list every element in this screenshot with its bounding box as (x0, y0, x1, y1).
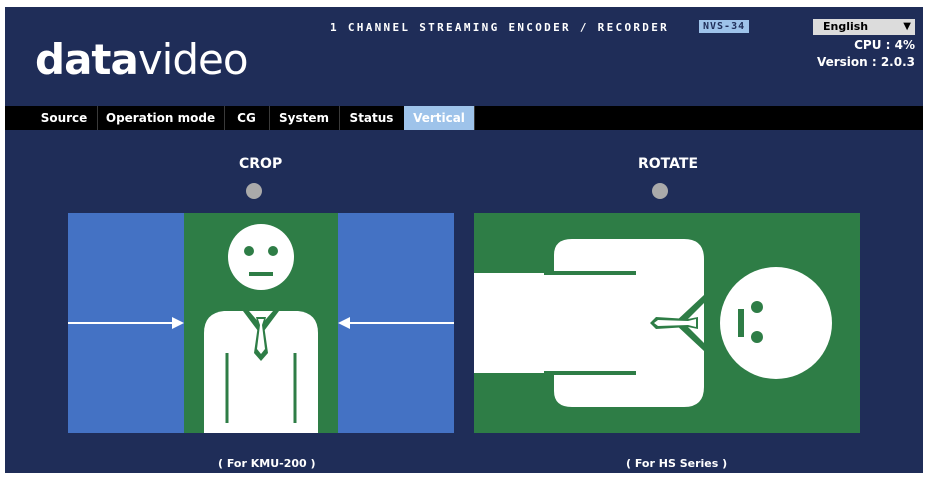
rotate-illustration[interactable] (474, 213, 860, 433)
cpu-usage: CPU : 4% (854, 38, 915, 52)
language-select[interactable]: English ▼ (813, 19, 915, 35)
tab-cg[interactable]: CG (224, 106, 270, 130)
rotated-person-icon (474, 213, 860, 433)
tab-vertical[interactable]: Vertical (404, 106, 475, 130)
rotate-title: ROTATE (638, 156, 699, 172)
tab-bar: Source Operation mode CG System Status V… (5, 106, 923, 130)
firmware-version: Version : 2.0.3 (816, 55, 915, 69)
datavideo-logo: datavideo (35, 35, 249, 84)
crop-illustration[interactable] (68, 213, 454, 433)
tab-source[interactable]: Source (31, 106, 98, 130)
product-title: 1 CHANNEL STREAMING ENCODER / RECORDER (330, 21, 670, 34)
app-window: datavideo 1 CHANNEL STREAMING ENCODER / … (5, 7, 923, 473)
language-selected-value: English (823, 20, 869, 33)
crop-title: CROP (239, 156, 283, 172)
chevron-down-icon: ▼ (903, 21, 911, 32)
crop-caption: ( For KMU-200 ) (218, 457, 316, 470)
rotate-radio[interactable] (652, 183, 668, 199)
crop-radio[interactable] (246, 183, 262, 199)
tab-system[interactable]: System (269, 106, 340, 130)
crop-person-icon (68, 213, 454, 433)
tab-status[interactable]: Status (339, 106, 405, 130)
rotate-caption: ( For HS Series ) (626, 457, 728, 470)
model-badge: NVS-34 (699, 20, 750, 33)
tab-operation-mode[interactable]: Operation mode (97, 106, 225, 130)
